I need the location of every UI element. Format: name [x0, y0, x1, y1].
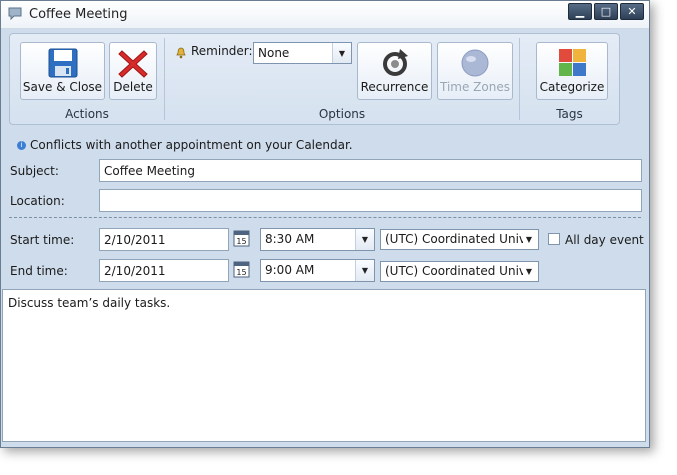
title-bar[interactable]: Coffee Meeting ▁ □ ✕	[1, 1, 649, 29]
maximize-icon: □	[600, 5, 612, 18]
conflict-notice: i Conflicts with another appointment on y…	[17, 138, 353, 152]
recurrence-icon	[382, 49, 408, 76]
start-date-value: 2/10/2011	[104, 233, 166, 247]
conflict-message: Conflicts with another appointment on yo…	[30, 138, 353, 152]
actions-group: Save & Close Delete Actions	[10, 34, 164, 124]
appointment-icon	[8, 7, 22, 20]
delete-label: Delete	[113, 80, 153, 94]
location-label: Location:	[10, 194, 65, 208]
end-date-value: 2/10/2011	[104, 264, 166, 278]
notes-textarea[interactable]: Discuss team’s daily tasks.	[2, 289, 646, 442]
chevron-down-icon: ▼	[525, 267, 533, 276]
delete-button[interactable]: Delete	[109, 42, 157, 100]
globe-icon	[461, 49, 489, 77]
calendar-day: 15	[236, 268, 246, 277]
chevron-down-icon: ▼	[355, 229, 374, 250]
start-time-dropdown[interactable]: 8:30 AM ▼	[260, 228, 375, 251]
end-time-label: End time:	[10, 264, 68, 278]
time-zones-button[interactable]: Time Zones	[437, 42, 513, 100]
notes-text: Discuss team’s daily tasks.	[8, 296, 171, 310]
subject-input[interactable]: Coffee Meeting	[99, 159, 642, 182]
reminder-dropdown[interactable]: None ▼	[253, 42, 352, 64]
time-zones-label: Time Zones	[440, 80, 510, 94]
recurrence-label: Recurrence	[360, 80, 429, 94]
end-timezone-value: (UTC) Coordinated Univ	[385, 264, 523, 278]
categorize-label: Categorize	[539, 80, 605, 94]
chevron-down-icon: ▼	[332, 43, 351, 63]
ribbon: Save & Close Delete Actions Reminder: No…	[9, 33, 620, 125]
subject-label: Subject:	[10, 164, 59, 178]
start-time-label: Start time:	[10, 233, 75, 247]
location-input[interactable]	[99, 189, 642, 212]
info-icon: i	[17, 141, 26, 150]
calendar-icon[interactable]: 15	[233, 230, 250, 247]
start-timezone-value: (UTC) Coordinated Univ	[385, 232, 523, 246]
save-close-button[interactable]: Save & Close	[20, 42, 105, 100]
close-button[interactable]: ✕	[620, 3, 644, 20]
minimize-button[interactable]: ▁	[568, 3, 592, 20]
end-time-value: 9:00 AM	[265, 263, 315, 277]
reminder-label: Reminder:	[191, 44, 253, 58]
start-time-value: 8:30 AM	[265, 232, 315, 246]
chevron-down-icon: ▼	[355, 260, 374, 281]
chevron-down-icon: ▼	[525, 235, 533, 244]
save-close-label: Save & Close	[22, 80, 103, 94]
minimize-icon: ▁	[575, 5, 585, 18]
tags-group-label: Tags	[556, 107, 583, 121]
delete-x-icon	[118, 50, 148, 78]
options-group-label: Options	[318, 107, 366, 121]
end-timezone-dropdown[interactable]: (UTC) Coordinated Univ ▼	[380, 261, 539, 282]
start-date-input[interactable]: 2/10/2011	[99, 228, 229, 251]
appointment-window: Coffee Meeting ▁ □ ✕ Save & Close Delete…	[0, 0, 650, 448]
subject-value: Coffee Meeting	[104, 164, 195, 178]
reminder-value: None	[258, 46, 290, 60]
divider	[9, 217, 641, 218]
close-icon: ✕	[627, 5, 637, 18]
window-title: Coffee Meeting	[29, 7, 128, 22]
calendar-icon[interactable]: 15	[233, 261, 250, 278]
categorize-icon	[559, 49, 586, 76]
end-date-input[interactable]: 2/10/2011	[99, 259, 229, 282]
bell-icon	[176, 47, 186, 59]
floppy-disk-icon	[48, 48, 77, 78]
maximize-button[interactable]: □	[594, 3, 618, 20]
end-time-dropdown[interactable]: 9:00 AM ▼	[260, 259, 375, 282]
categorize-button[interactable]: Categorize	[536, 42, 608, 100]
all-day-checkbox[interactable]	[548, 233, 560, 245]
options-group: Reminder: None ▼ Recurrence Time Zones O…	[165, 34, 519, 124]
all-day-label: All day event	[565, 233, 644, 247]
calendar-day: 15	[236, 237, 246, 246]
tags-group: Categorize Tags	[520, 34, 619, 124]
recurrence-button[interactable]: Recurrence	[357, 42, 432, 100]
actions-group-label: Actions	[65, 107, 109, 121]
start-timezone-dropdown[interactable]: (UTC) Coordinated Univ ▼	[380, 229, 539, 250]
